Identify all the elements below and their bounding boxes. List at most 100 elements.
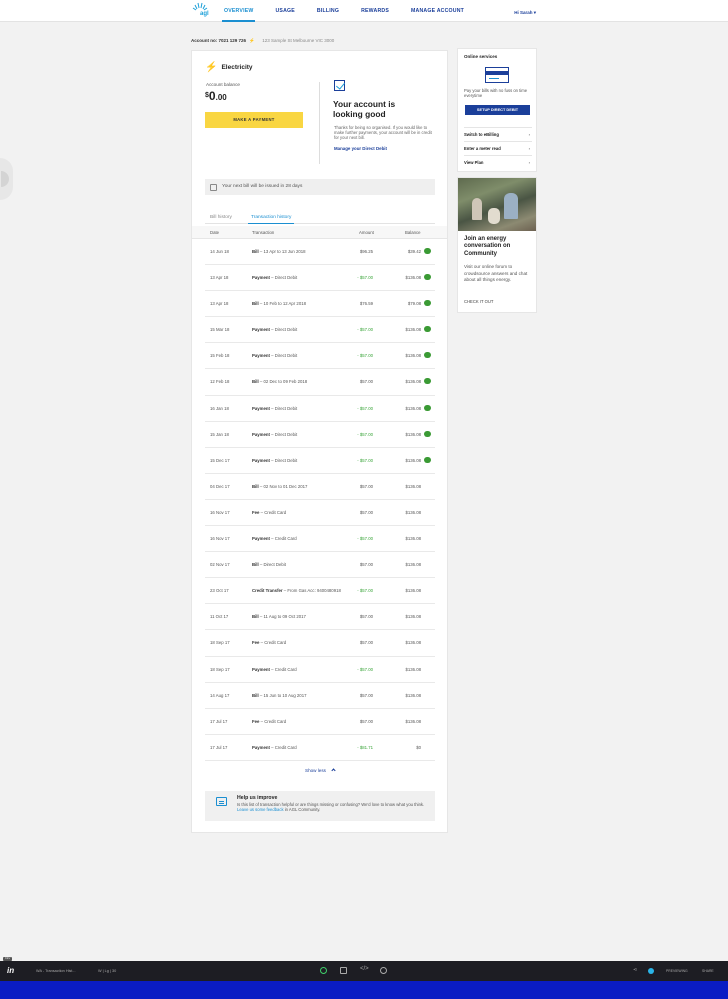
switch-ebilling-label: Switch to eBilling <box>464 132 499 137</box>
table-row[interactable]: 13 Apr 18 Payment – Direct Debit - $57.00 $… <box>205 265 435 292</box>
help-text: Is this list of transaction helpful or a… <box>237 802 427 813</box>
table-row[interactable]: 11 Oct 17 Bill – 11 Aug to 09 Oct 2017 $57… <box>205 604 435 631</box>
tab-transaction-history[interactable]: Transaction history <box>247 213 295 224</box>
paid-status-icon <box>424 352 431 359</box>
setup-direct-debit-button[interactable]: SETUP DIRECT DEBIT <box>465 105 530 115</box>
row-detail: 13 Apr to 13 Jun 2018 <box>263 249 306 254</box>
invision-logo-icon[interactable]: in <box>7 966 14 975</box>
row-detail: Direct Debit <box>274 327 298 333</box>
row-type: Payment <box>252 327 270 333</box>
history-tabs: Bill history Transaction history <box>205 213 435 224</box>
table-row[interactable]: 15 Jan 18 Payment – Direct Debit - $57.00 $… <box>205 422 435 448</box>
status-title: Your account is looking good <box>333 99 396 119</box>
electricity-icon: ⚡ <box>205 62 218 73</box>
community-title: Join an energy conversation on Community <box>464 236 511 257</box>
view-plan-link[interactable]: View Plan › <box>464 155 532 169</box>
nav-tab-rewards[interactable]: REWARDS <box>361 0 389 22</box>
share-label[interactable]: SHARE <box>702 961 714 981</box>
row-amount: - $57.00 <box>357 275 373 281</box>
side-scroll-handle[interactable] <box>0 158 13 200</box>
row-type: Bill <box>252 301 259 307</box>
enter-meter-read-link[interactable]: Enter a meter read › <box>464 141 532 155</box>
row-transaction: Bill – 02 Nov to 01 Dec 2017 <box>252 474 307 499</box>
table-row[interactable]: 14 Jun 18 Bill – 13 Apr to 13 Jun 2018 $96… <box>205 239 435 266</box>
next-bill-notice: Your next bill will be issued in 28 days <box>205 179 435 195</box>
row-transaction: Payment – Credit Card <box>252 526 297 551</box>
chevron-up-icon <box>331 768 336 773</box>
switch-ebilling-link[interactable]: Switch to eBilling › <box>464 127 532 141</box>
row-detail: Direct Debit <box>274 405 298 411</box>
share-nodes-icon[interactable]: ⋖ <box>633 967 640 974</box>
row-date: 17 Jul 17 <box>210 718 228 724</box>
row-detail: 11 Aug to 09 Oct 2017 <box>263 614 306 620</box>
table-row[interactable]: 14 Aug 17 Bill – 15 Jun to 10 Aug 2017 $57… <box>205 683 435 709</box>
enter-meter-read-label: Enter a meter read <box>464 146 501 151</box>
table-row[interactable]: 18 Sep 17 Payment – Credit Card - $57.00 $1… <box>205 657 435 683</box>
manage-direct-debit-link[interactable]: Manage your Direct Debit <box>334 146 387 151</box>
table-row[interactable]: 17 Jul 17 Fee – Credit Card $57.00 $136.08 <box>205 709 435 735</box>
row-date: 15 Jan 18 <box>210 431 229 437</box>
comment-icon[interactable] <box>340 967 347 974</box>
paid-status-icon <box>424 248 431 254</box>
account-address: 123 Sample St Melbourne VIC 3000 <box>262 38 335 43</box>
table-row[interactable]: 04 Dec 17 Bill – 02 Nov to 01 Dec 2017 $57… <box>205 474 435 500</box>
row-balance: $136.08 <box>405 536 421 542</box>
show-less-button[interactable]: Show less <box>305 768 336 773</box>
row-amount: $57.00 <box>359 640 373 646</box>
row-date: 18 Sep 17 <box>210 666 230 672</box>
table-row[interactable]: 18 Sep 17 Fee – Credit Card $57.00 $136.08 <box>205 630 435 657</box>
online-services-card: Online services Pay your bills with no f… <box>457 48 537 172</box>
row-transaction: Payment – Direct Debit <box>252 317 297 342</box>
table-row[interactable]: 15 Dec 17 Payment – Direct Debit - $57.00 $… <box>205 448 435 474</box>
row-amount: - $57.00 <box>357 588 373 594</box>
row-detail: Credit Card <box>264 718 287 724</box>
nav-tab-overview[interactable]: OVERVIEW <box>221 0 256 22</box>
tab-bill-history[interactable]: Bill history <box>210 213 232 222</box>
row-date: 04 Dec 17 <box>210 483 230 489</box>
table-row[interactable]: 23 Oct 17 Credit Transfer – From Gas Acc:… <box>205 578 435 605</box>
row-balance: $136.08 <box>405 275 421 281</box>
nav-tab-billing[interactable]: BILLING <box>317 0 339 22</box>
screen-title[interactable]: WA - Transaction Hist... <box>36 961 76 981</box>
user-dot-icon[interactable] <box>648 968 654 974</box>
table-row[interactable]: 02 Nov 17 Bill – Direct Debit $57.00 $136.0… <box>205 552 435 579</box>
code-icon[interactable]: </> <box>360 966 370 973</box>
row-transaction: Bill – 10 Feb to 12 Apr 2018 <box>252 291 306 316</box>
community-photo <box>458 178 536 231</box>
table-row[interactable]: 16 Nov 17 Payment – Credit Card - $57.00 $1… <box>205 526 435 553</box>
row-amount: - $57.00 <box>357 431 373 437</box>
help-text-after: in AGL Community. <box>283 807 321 813</box>
table-row[interactable]: 17 Jul 17 Payment – Credit Card - $81.71 $0 <box>205 735 435 761</box>
chevron-right-icon: › <box>528 146 530 151</box>
previewing-label[interactable]: PREVIEWING <box>666 961 688 981</box>
chevron-right-icon: › <box>528 132 530 137</box>
help-title: Help us improve <box>237 795 278 801</box>
feedback-link[interactable]: Leave us some feedback <box>237 807 284 812</box>
row-type: Bill <box>252 483 259 489</box>
row-transaction: Fee – Credit Card <box>252 500 286 525</box>
screen-version[interactable]: W | Lg | 30 <box>98 961 116 981</box>
view-plan-label: View Plan <box>464 160 484 165</box>
nav-tab-usage[interactable]: USAGE <box>275 0 294 22</box>
row-detail: From Gas Acc: 9400480918 <box>287 588 341 594</box>
preview-eye-icon[interactable] <box>320 967 327 974</box>
row-detail: 10 Feb to 12 Apr 2018 <box>263 301 306 307</box>
check-it-out-link[interactable]: CHECK IT OUT <box>464 299 493 304</box>
user-menu[interactable]: Hi Sarah ▾ <box>514 0 536 26</box>
row-date: 18 Sep 17 <box>210 640 230 646</box>
table-row[interactable]: 15 Feb 18 Payment – Direct Debit - $57.00 $… <box>205 343 435 370</box>
paid-status-icon <box>424 274 431 281</box>
make-payment-button[interactable]: MAKE A PAYMENT <box>205 112 303 128</box>
row-balance: $136.08 <box>405 509 421 515</box>
logo-text[interactable]: agl <box>200 11 209 17</box>
table-row[interactable]: 16 Nov 17 Fee – Credit Card $57.00 $136.08 <box>205 500 435 527</box>
table-row[interactable]: 15 Mar 18 Payment – Direct Debit - $57.00 $… <box>205 317 435 344</box>
online-services-text: Pay your bills with no fuss on time ever… <box>464 88 528 99</box>
row-amount: $57.00 <box>359 614 373 620</box>
nav-tab-manage-account[interactable]: MANAGE ACCOUNT <box>411 0 464 22</box>
table-row[interactable]: 13 Apr 18 Bill – 10 Feb to 12 Apr 2018 $76… <box>205 291 435 318</box>
table-row[interactable]: 12 Feb 18 Bill – 02 Dec to 09 Feb 2018 $57… <box>205 369 435 396</box>
row-amount: - $57.00 <box>357 353 373 359</box>
info-icon[interactable] <box>380 967 387 974</box>
table-row[interactable]: 16 Jan 18 Payment – Direct Debit - $57.00 $… <box>205 396 435 422</box>
